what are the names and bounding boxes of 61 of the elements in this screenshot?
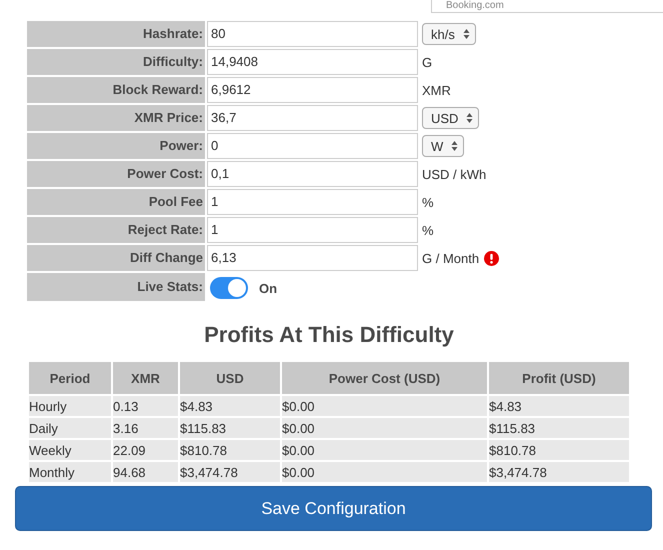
unit-label: %: [422, 222, 434, 238]
table-cell: $0.00: [281, 461, 488, 483]
table-cell: 3.16: [112, 417, 179, 439]
input-field[interactable]: 14,9408: [207, 49, 418, 75]
table-cell: $4.83: [179, 395, 281, 417]
column-header: XMR: [112, 361, 179, 395]
input-field[interactable]: 6,13: [207, 245, 418, 271]
input-field[interactable]: 0: [207, 133, 418, 159]
field-label: Power:: [27, 133, 207, 161]
table-cell: $115.83: [488, 417, 630, 439]
input-field[interactable]: 1: [207, 217, 418, 243]
table-cell: Monthly: [28, 461, 112, 483]
unit-select[interactable]: USD: [422, 107, 480, 129]
field-label: Reject Rate:: [27, 217, 207, 245]
field-label: Hashrate:: [27, 21, 207, 49]
field-label: Pool Fee: [27, 189, 207, 217]
field-label: Live Stats:: [27, 273, 207, 303]
table-cell: Hourly: [28, 395, 112, 417]
unit-select[interactable]: W: [422, 135, 464, 157]
unit-label: %: [422, 194, 434, 210]
column-header: Power Cost (USD): [281, 361, 488, 395]
table-cell: $115.83: [179, 417, 281, 439]
column-header: Period: [28, 361, 112, 395]
table-cell: $0.00: [281, 395, 488, 417]
table-cell: $4.83: [488, 395, 630, 417]
select-arrows-icon: [451, 140, 458, 152]
unit-label: USD / kWh: [422, 166, 486, 182]
table-cell: $0.00: [281, 439, 488, 461]
input-field[interactable]: 80: [207, 21, 418, 47]
unit-label: G: [422, 54, 432, 70]
toggle-switch[interactable]: [210, 277, 248, 299]
select-arrows-icon: [462, 28, 470, 40]
table-cell: $810.78: [488, 439, 630, 461]
input-field[interactable]: 6,9612: [207, 77, 418, 103]
column-header: USD: [179, 361, 281, 395]
table-cell: 22.09: [112, 439, 179, 461]
field-label: Diff Change: [27, 245, 207, 273]
toggle-state: On: [259, 280, 278, 296]
unit-select[interactable]: kh/s: [422, 23, 476, 45]
unit-label: XMR: [422, 82, 451, 98]
input-field[interactable]: 1: [207, 189, 418, 215]
table-cell: $3,474.78: [179, 461, 281, 483]
table-cell: $0.00: [281, 417, 488, 439]
field-label: Power Cost:: [27, 161, 207, 189]
table-cell: $3,474.78: [488, 461, 630, 483]
input-field[interactable]: 0,1: [207, 161, 418, 187]
ad-text: Booking.com: [446, 0, 504, 12]
table-cell: Weekly: [28, 439, 112, 461]
table-cell: Daily: [28, 417, 112, 439]
select-arrows-icon: [466, 112, 474, 124]
section-title: Profits At This Difficulty: [203, 322, 455, 348]
table-cell: 94.68: [112, 461, 179, 483]
column-header: Profit (USD): [488, 361, 630, 395]
field-label: XMR Price:: [27, 105, 207, 133]
unit-label: G / Month: [422, 250, 480, 266]
field-label: Difficulty:: [27, 49, 207, 77]
table-cell: $810.78: [179, 439, 281, 461]
table-cell: 0.13: [112, 395, 179, 417]
field-label: Block Reward:: [27, 77, 207, 105]
input-field[interactable]: 36,7: [207, 105, 418, 131]
save-button[interactable]: Save Configuration: [15, 486, 652, 531]
